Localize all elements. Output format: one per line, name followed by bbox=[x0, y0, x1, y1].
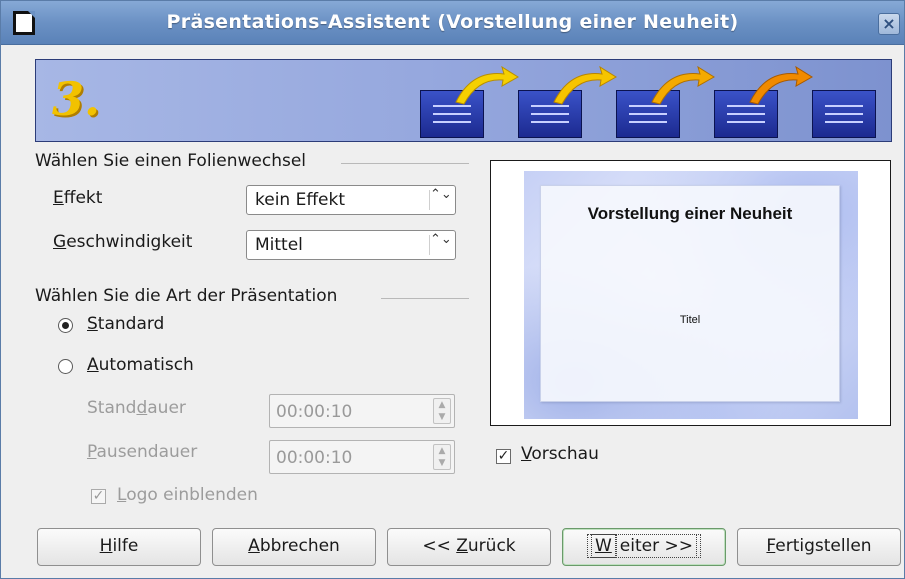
preview-slide-title: Vorstellung einer Neuheit bbox=[587, 204, 793, 223]
help-button[interactable]: Hilfe bbox=[37, 528, 201, 566]
logo-checkbox[interactable]: ✓ bbox=[91, 489, 106, 504]
section-divider bbox=[341, 163, 469, 164]
preview-slide-subtitle: Titel bbox=[679, 314, 701, 326]
presentation-type-heading: Wählen Sie die Art der Präsentation bbox=[35, 286, 338, 306]
section-divider bbox=[381, 298, 469, 299]
standard-radio[interactable] bbox=[58, 318, 73, 333]
curved-arrow-icon bbox=[455, 66, 519, 105]
spin-arrows-icon[interactable]: ▲ ▼ bbox=[433, 444, 451, 470]
speed-label: Geschwindigkeit bbox=[53, 232, 193, 252]
title-bar[interactable]: Präsentations-Assistent (Vorstellung ein… bbox=[1, 1, 904, 45]
spin-arrows-icon: ⌃⌄ bbox=[429, 233, 452, 255]
effect-select[interactable]: kein Effekt ⌃⌄ bbox=[246, 185, 456, 215]
preview-slide: Vorstellung einer Neuheit Titel bbox=[524, 171, 858, 419]
effect-label: Effekt bbox=[53, 188, 103, 208]
finish-button[interactable]: Fertigstellen bbox=[737, 528, 901, 566]
duration-value: 00:00:10 bbox=[276, 402, 353, 422]
standard-label[interactable]: Standard bbox=[87, 314, 164, 334]
close-button[interactable]: × bbox=[878, 13, 900, 35]
duration-label: Standdauer bbox=[87, 398, 186, 418]
spin-arrows-icon: ⌃⌄ bbox=[429, 188, 452, 210]
slide-icon bbox=[812, 90, 876, 138]
curved-arrow-icon bbox=[553, 66, 617, 105]
wizard-window: Präsentations-Assistent (Vorstellung ein… bbox=[0, 0, 905, 579]
logo-label[interactable]: Logo einblenden bbox=[117, 485, 258, 505]
window-title: Präsentations-Assistent (Vorstellung ein… bbox=[166, 11, 739, 33]
speed-value: Mittel bbox=[255, 235, 303, 255]
step-number: 3. bbox=[52, 72, 101, 126]
automatic-radio[interactable] bbox=[58, 359, 73, 374]
pause-label: Pausendauer bbox=[87, 442, 198, 462]
back-button[interactable]: << Zurück bbox=[387, 528, 551, 566]
pause-spinbox[interactable]: 00:00:10 ▲ ▼ bbox=[269, 440, 455, 474]
effect-value: kein Effekt bbox=[255, 190, 346, 210]
curved-arrow-icon bbox=[749, 66, 813, 105]
pause-value: 00:00:10 bbox=[276, 448, 353, 468]
transition-heading: Wählen Sie einen Folienwechsel bbox=[35, 151, 307, 171]
next-button[interactable]: Weiter >> bbox=[562, 528, 726, 566]
duration-spinbox[interactable]: 00:00:10 ▲ ▼ bbox=[269, 394, 455, 428]
preview-checkbox[interactable]: ✓ bbox=[496, 449, 511, 464]
preview-frame: Vorstellung einer Neuheit Titel bbox=[490, 160, 891, 426]
cancel-button[interactable]: Abbrechen bbox=[212, 528, 376, 566]
preview-checkbox-label[interactable]: Vorschau bbox=[521, 444, 599, 464]
speed-select[interactable]: Mittel ⌃⌄ bbox=[246, 230, 456, 260]
preview-slide-content: Vorstellung einer Neuheit Titel bbox=[540, 185, 840, 402]
wizard-banner: 3. bbox=[35, 59, 892, 142]
spin-arrows-icon[interactable]: ▲ ▼ bbox=[433, 398, 451, 424]
curved-arrow-icon bbox=[651, 66, 715, 105]
automatic-label[interactable]: Automatisch bbox=[87, 355, 194, 375]
